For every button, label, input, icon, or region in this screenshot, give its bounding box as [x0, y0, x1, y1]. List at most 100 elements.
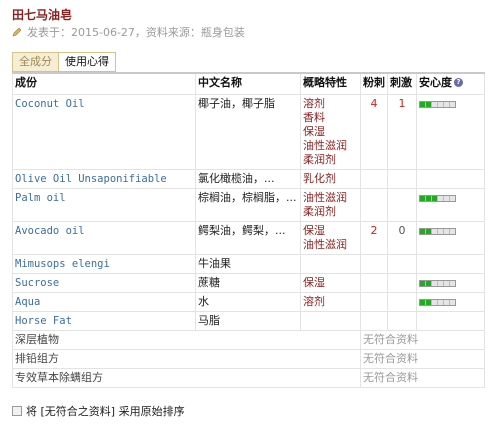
- group-status: 无符合资料: [360, 368, 485, 388]
- group-row: 专效草本除螨组方 无符合资料: [12, 368, 485, 388]
- ingredient-link[interactable]: Avocado oil: [12, 221, 196, 255]
- ingredient-link[interactable]: Aqua: [12, 292, 196, 312]
- acne-cell: [360, 311, 388, 331]
- safety-cell: [416, 94, 485, 170]
- acne-cell: [360, 292, 388, 312]
- tab-bar: 全成分 使用心得: [12, 52, 116, 72]
- safety-bar: [419, 195, 456, 202]
- function-item: 油性滋润: [303, 139, 347, 152]
- safety-cell: [416, 311, 485, 331]
- safety-cell: [416, 169, 485, 189]
- safety-cell: [416, 273, 485, 293]
- ingredient-table-container: 成份 中文名称 概略特性 粉刺 刺激 安心度? Coconut Oil 椰子油，椰…: [12, 72, 485, 388]
- function-cell: [300, 254, 361, 274]
- ingredient-link[interactable]: Horse Fat: [12, 311, 196, 331]
- table-row: Olive Oil Unsaponifiable 氯化橄榄油，... 乳化剂: [12, 169, 485, 189]
- header-acne[interactable]: 粉刺: [360, 72, 388, 95]
- group-status: 无符合资料: [360, 349, 485, 369]
- safety-bar: [419, 299, 456, 306]
- irritation-cell: [387, 169, 417, 189]
- irritation-cell: [387, 273, 417, 293]
- chinese-name-cell: 椰子油，椰子脂: [195, 94, 301, 170]
- function-item: 乳化剂: [303, 172, 336, 185]
- safety-segment: [450, 102, 455, 107]
- safety-segment: [450, 281, 455, 286]
- header-ingredient[interactable]: 成份: [12, 72, 196, 95]
- tab-experience[interactable]: 使用心得: [58, 53, 115, 71]
- safety-bar: [419, 101, 456, 108]
- post-meta-text: 发表于：2015-06-27，资料来源：瓶身包装: [27, 26, 245, 39]
- table-header-row: 成份 中文名称 概略特性 粉刺 刺激 安心度?: [12, 72, 485, 95]
- function-item: 油性滋润: [303, 238, 347, 251]
- acne-cell: [360, 273, 388, 293]
- function-cell: 保湿: [300, 273, 361, 293]
- function-item: 柔润剂: [303, 205, 336, 218]
- ingredient-link[interactable]: Olive Oil Unsaponifiable: [12, 169, 196, 189]
- sort-option: 将 [无符合之资料] 采用原始排序: [12, 403, 185, 419]
- tab-all-ingredients[interactable]: 全成分: [13, 53, 58, 71]
- checkbox-label: 将 [无符合之资料] 采用原始排序: [26, 405, 185, 418]
- safety-segment: [450, 229, 455, 234]
- table-row: Horse Fat 马脂: [12, 311, 485, 331]
- table-row: Palm oil 棕榈油，棕榈脂，... 油性滋润 柔润剂: [12, 188, 485, 222]
- group-status: 无符合资料: [360, 330, 485, 350]
- acne-cell: 4: [360, 94, 388, 170]
- page-title: 田七马油皂: [12, 8, 73, 22]
- safety-segment: [450, 196, 455, 201]
- safety-bar: [419, 280, 456, 287]
- function-item: 溶剂: [303, 97, 325, 110]
- irritation-cell: [387, 188, 417, 222]
- acne-cell: [360, 188, 388, 222]
- function-item: 柔润剂: [303, 153, 336, 166]
- function-item: 油性滋润: [303, 191, 347, 204]
- chinese-name-cell: 水: [195, 292, 301, 312]
- table-row: Coconut Oil 椰子油，椰子脂 溶剂 香料 保湿 油性滋润 柔润剂 4 1: [12, 94, 485, 170]
- function-item: 保湿: [303, 125, 325, 138]
- group-row: 排铅组方 无符合资料: [12, 349, 485, 369]
- irritation-cell: [387, 311, 417, 331]
- ingredient-link[interactable]: Mimusops elengi: [12, 254, 196, 274]
- chinese-name-cell: 棕榈油，棕榈脂，...: [195, 188, 301, 222]
- header-chinese-name[interactable]: 中文名称: [195, 72, 301, 95]
- question-icon[interactable]: ?: [454, 78, 463, 87]
- safety-cell: [416, 292, 485, 312]
- safety-segment: [450, 300, 455, 305]
- table-row: Avocado oil 鳄梨油，鳄梨，... 保湿 油性滋润 2 0: [12, 221, 485, 255]
- irritation-cell: [387, 254, 417, 274]
- post-meta: 发表于：2015-06-27，资料来源：瓶身包装: [12, 24, 245, 40]
- pen-icon: [12, 27, 22, 37]
- ingredient-link[interactable]: Palm oil: [12, 188, 196, 222]
- function-cell: [300, 311, 361, 331]
- safety-bar: [419, 228, 456, 235]
- table-body: Coconut Oil 椰子油，椰子脂 溶剂 香料 保湿 油性滋润 柔润剂 4 1 Olive O…: [12, 94, 485, 388]
- function-item: 香料: [303, 111, 325, 124]
- irritation-cell: 0: [387, 221, 417, 255]
- irritation-cell: [387, 292, 417, 312]
- group-label[interactable]: 深层植物: [12, 330, 361, 350]
- ingredient-link[interactable]: Coconut Oil: [12, 94, 196, 170]
- header-function[interactable]: 概略特性: [300, 72, 361, 95]
- table-row: Aqua 水溶剂: [12, 292, 485, 312]
- function-cell: 溶剂: [300, 292, 361, 312]
- group-label[interactable]: 专效草本除螨组方: [12, 368, 361, 388]
- header-safety[interactable]: 安心度?: [416, 72, 485, 95]
- safety-cell: [416, 221, 485, 255]
- group-row: 深层植物 无符合资料: [12, 330, 485, 350]
- ingredient-table: 成份 中文名称 概略特性 粉刺 刺激 安心度? Coconut Oil 椰子油，椰…: [12, 72, 485, 388]
- acne-cell: [360, 254, 388, 274]
- chinese-name-cell: 氯化橄榄油，...: [195, 169, 301, 189]
- function-item: 溶剂: [303, 295, 325, 308]
- function-cell: 溶剂 香料 保湿 油性滋润 柔润剂: [300, 94, 361, 170]
- group-label[interactable]: 排铅组方: [12, 349, 361, 369]
- table-row: Mimusops elengi 牛油果: [12, 254, 485, 274]
- safety-cell: [416, 188, 485, 222]
- function-item: 保湿: [303, 224, 325, 237]
- header-irritation[interactable]: 刺激: [387, 72, 417, 95]
- acne-cell: 2: [360, 221, 388, 255]
- original-order-checkbox[interactable]: [12, 406, 22, 416]
- irritation-cell: 1: [387, 94, 417, 170]
- ingredient-link[interactable]: Sucrose: [12, 273, 196, 293]
- chinese-name-cell: 牛油果: [195, 254, 301, 274]
- safety-cell: [416, 254, 485, 274]
- chinese-name-cell: 蔗糖: [195, 273, 301, 293]
